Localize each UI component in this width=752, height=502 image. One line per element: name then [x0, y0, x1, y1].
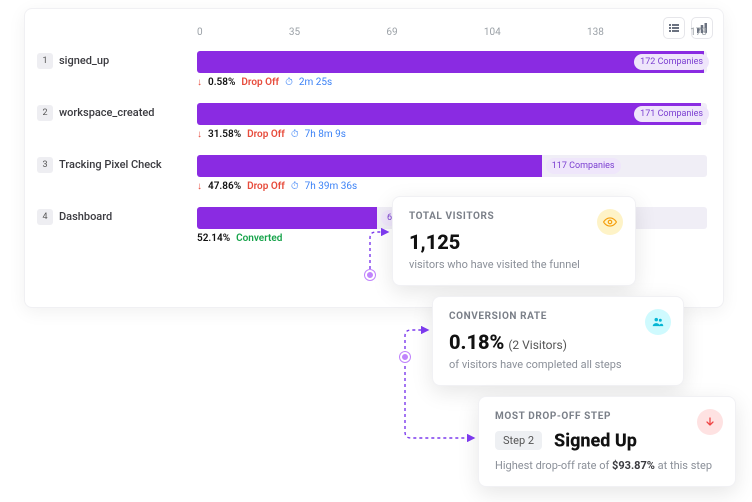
axis-tick: 35	[289, 27, 300, 38]
dropoff-sub: Highest drop-off rate of $93.87% at this…	[495, 459, 719, 472]
arrow-down-icon	[697, 409, 723, 435]
dropoff-sub-post: at this step	[655, 459, 712, 472]
dropoff-step-name: Signed Up	[554, 430, 637, 451]
conversion-value-line: 0.18% (2 Visitors)	[449, 330, 667, 354]
dropoff-label: Drop Off	[247, 181, 285, 192]
bar-track[interactable]: 171 Companies	[197, 103, 707, 125]
down-arrow-icon: ↓	[197, 129, 202, 140]
row-meta: 52.14% Converted	[197, 233, 282, 244]
card-title: TOTAL VISITORS	[409, 211, 619, 222]
most-dropoff-card: MOST DROP-OFF STEP Step 2 Signed Up High…	[478, 396, 736, 487]
axis-tick: 138	[587, 27, 604, 38]
axis-tick: 69	[386, 27, 397, 38]
down-arrow-icon: ↓	[197, 181, 202, 192]
step-name: Tracking Pixel Check	[59, 158, 162, 171]
axis-tick: 0	[197, 27, 203, 38]
card-title: CONVERSION RATE	[449, 311, 667, 322]
connector-dot	[400, 352, 410, 362]
duration: 7h 8m 9s	[305, 129, 346, 140]
connector-dot	[365, 270, 375, 280]
step-name: workspace_created	[59, 106, 154, 119]
axis-tick: 104	[484, 27, 501, 38]
step-chip: Step 2	[495, 431, 542, 450]
bar-fill	[197, 155, 542, 177]
step-index: 3	[37, 157, 53, 173]
conversion-sub: of visitors have completed all steps	[449, 358, 667, 371]
dropoff-pct: 47.86%	[208, 181, 241, 192]
row-meta: ↓ 47.86% Drop Off ⏱ 7h 39m 36s	[197, 181, 357, 192]
count-badge: 172 Companies	[634, 54, 709, 70]
dropoff-label: Drop Off	[241, 77, 279, 88]
step-index: 1	[37, 53, 53, 69]
row-meta: ↓ 31.58% Drop Off ⏱ 7h 8m 9s	[197, 129, 346, 140]
bar-fill	[197, 51, 704, 73]
eye-icon	[597, 209, 623, 235]
count-badge: 117 Companies	[546, 158, 621, 174]
funnel-row: 2 workspace_created 171 Companies ↓ 31.5…	[37, 103, 707, 155]
bar-fill	[197, 207, 377, 229]
count-badge: 171 Companies	[634, 106, 709, 122]
converted-label: Converted	[236, 233, 282, 244]
converted-pct: 52.14%	[197, 233, 230, 244]
duration: 7h 39m 36s	[305, 181, 358, 192]
card-title: MOST DROP-OFF STEP	[495, 411, 719, 422]
x-axis: 0 35 69 104 138 173	[197, 27, 707, 38]
clock-icon: ⏱	[285, 77, 293, 88]
total-visitors-card: TOTAL VISITORS 1,125 visitors who have v…	[392, 196, 636, 286]
visitors-value: 1,125	[409, 230, 619, 254]
dropoff-rate: $93.87%	[612, 459, 655, 472]
step-name: Dashboard	[59, 210, 112, 223]
dropoff-pct: 0.58%	[208, 77, 235, 88]
bar-track[interactable]: 117 Companies	[197, 155, 707, 177]
clock-icon: ⏱	[291, 181, 299, 192]
conversion-extra: (2 Visitors)	[508, 338, 567, 352]
funnel-row: 1 signed_up 172 Companies ↓ 0.58% Drop O…	[37, 51, 707, 103]
clock-icon: ⏱	[291, 129, 299, 140]
dropoff-label: Drop Off	[247, 129, 285, 140]
step-index: 4	[37, 209, 53, 225]
visitors-sub: visitors who have visited the funnel	[409, 258, 619, 271]
duration: 2m 25s	[299, 77, 332, 88]
step-index: 2	[37, 105, 53, 121]
dropoff-pct: 31.58%	[208, 129, 241, 140]
step-name: signed_up	[59, 54, 109, 67]
bar-track[interactable]: 172 Companies	[197, 51, 707, 73]
dropoff-sub-pre: Highest drop-off rate of	[495, 459, 612, 472]
conversion-value: 0.18%	[449, 330, 504, 354]
down-arrow-icon: ↓	[197, 77, 202, 88]
conversion-rate-card: CONVERSION RATE 0.18% (2 Visitors) of vi…	[432, 296, 684, 386]
row-meta: ↓ 0.58% Drop Off ⏱ 2m 25s	[197, 77, 332, 88]
users-icon	[645, 309, 671, 335]
axis-tick: 173	[690, 27, 707, 38]
dropoff-step-line: Step 2 Signed Up	[495, 430, 719, 451]
bar-fill	[197, 103, 701, 125]
